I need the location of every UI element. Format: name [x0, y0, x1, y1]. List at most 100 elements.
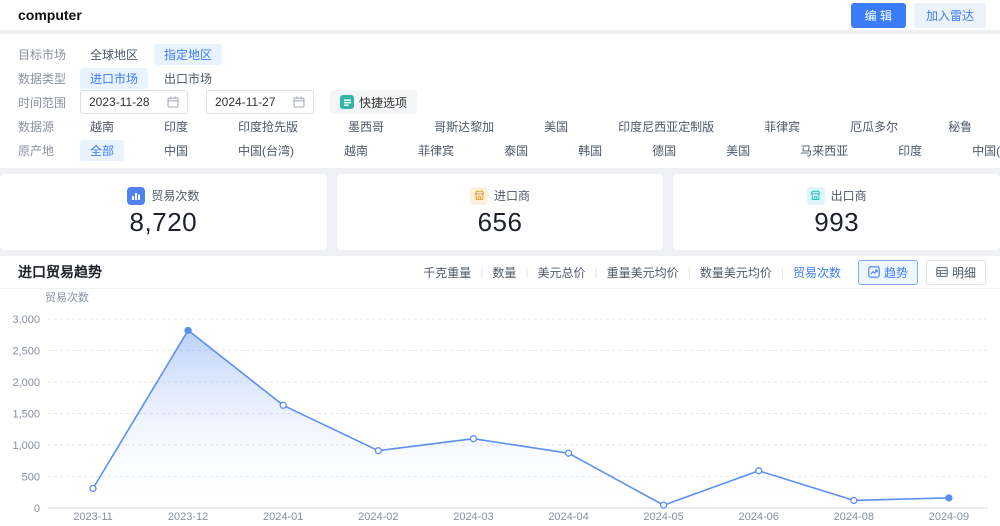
svg-text:2,000: 2,000	[12, 377, 40, 389]
filter-row-origin: 原产地 全部中国中国(台湾)越南菲律宾泰国韩国德国美国马来西亚印度中国(香港)印…	[18, 138, 982, 162]
origin-options: 全部中国中国(台湾)越南菲律宾泰国韩国德国美国马来西亚印度中国(香港)印度尼西亚…	[80, 140, 1000, 161]
stat-card-trade-count: 贸易次数 8,720	[0, 174, 327, 250]
top-bar-actions: 编 辑 加入雷达	[851, 3, 986, 28]
svg-text:0: 0	[34, 503, 40, 515]
end-date-value: 2024-11-27	[215, 95, 276, 109]
svg-text:2024-05: 2024-05	[643, 511, 683, 523]
stat-value: 8,720	[130, 207, 198, 238]
top-bar: computer 编 辑 加入雷达	[0, 0, 1000, 30]
calendar-icon	[167, 96, 179, 108]
time-range-label: 时间范围	[18, 94, 80, 111]
detail-view-button[interactable]: 明细	[926, 260, 986, 285]
chart-tools: 千克重量|数量|美元总价|重量美元均价|数量美元均价|贸易次数 趋势 明细	[414, 260, 986, 285]
svg-text:3,000: 3,000	[12, 314, 40, 326]
svg-text:2024-06: 2024-06	[739, 511, 779, 523]
metric-option-4[interactable]: 数量美元均价	[691, 264, 781, 281]
metric-option-3[interactable]: 重量美元均价	[598, 264, 688, 281]
filter-row-data-source: 数据源 越南 印度 印度抢先版 墨西哥 哥斯达黎加 美国 印度尼西亚定制版 菲律宾 厄瓜多尔 秘鲁…	[18, 114, 982, 138]
svg-text:1,500: 1,500	[12, 409, 40, 421]
svg-text:2,500: 2,500	[12, 346, 40, 358]
filter-panel: 目标市场 全球地区指定地区 数据类型 进口市场出口市场 时间范围 2023-11…	[0, 34, 1000, 168]
data-source-option-7[interactable]: 菲律宾	[754, 116, 810, 137]
origin-option-2[interactable]: 中国(台湾)	[228, 140, 304, 161]
stat-card-exporters: 出口商 993	[673, 174, 1000, 250]
origin-option-8[interactable]: 美国	[716, 140, 760, 161]
origin-option-3[interactable]: 越南	[334, 140, 378, 161]
metric-option-0[interactable]: 千克重量	[414, 264, 480, 281]
data-source-option-8[interactable]: 厄瓜多尔	[840, 116, 908, 137]
origin-option-0[interactable]: 全部	[80, 140, 124, 161]
svg-text:2024-08: 2024-08	[834, 511, 874, 523]
stat-value: 993	[814, 207, 859, 238]
stat-cards: 贸易次数 8,720 进口商 656 出口商 993	[0, 174, 1000, 250]
page-title: computer	[18, 7, 82, 23]
data-source-option-4[interactable]: 哥斯达黎加	[424, 116, 504, 137]
start-date-value: 2023-11-28	[89, 95, 150, 109]
start-date-input[interactable]: 2023-11-28	[80, 90, 188, 114]
edit-button[interactable]: 编 辑	[851, 3, 906, 28]
target-market-label: 目标市场	[18, 46, 80, 63]
data-type-option-1[interactable]: 出口市场	[154, 68, 222, 89]
origin-option-10[interactable]: 印度	[888, 140, 932, 161]
stat-label: 出口商	[831, 187, 867, 204]
data-type-label: 数据类型	[18, 70, 80, 87]
metric-option-2[interactable]: 美元总价	[529, 264, 595, 281]
bar-chart-icon	[127, 187, 145, 205]
quick-options-icon	[340, 95, 354, 109]
svg-text:2024-09: 2024-09	[929, 511, 969, 523]
svg-text:贸易次数: 贸易次数	[45, 290, 89, 304]
trend-chart: 贸易次数05001,0001,5002,0002,5003,0002023-11…	[0, 289, 1000, 524]
origin-option-11[interactable]: 中国(香港)	[962, 140, 1000, 161]
data-source-option-3[interactable]: 墨西哥	[338, 116, 394, 137]
origin-option-5[interactable]: 泰国	[494, 140, 538, 161]
chart-title: 进口贸易趋势	[18, 262, 102, 282]
stat-card-importers: 进口商 656	[337, 174, 664, 250]
metric-option-5[interactable]: 贸易次数	[784, 264, 850, 281]
metric-switcher: 千克重量|数量|美元总价|重量美元均价|数量美元均价|贸易次数	[414, 264, 850, 281]
quick-options-label: 快捷选项	[359, 94, 407, 111]
origin-option-4[interactable]: 菲律宾	[408, 140, 464, 161]
filter-row-data-type: 数据类型 进口市场出口市场	[18, 66, 982, 90]
importer-icon	[470, 187, 488, 205]
target-market-option-0[interactable]: 全球地区	[80, 44, 148, 65]
svg-text:2024-01: 2024-01	[263, 511, 303, 523]
origin-option-1[interactable]: 中国	[154, 140, 198, 161]
trend-view-button[interactable]: 趋势	[858, 260, 918, 285]
quick-options-button[interactable]: 快捷选项	[330, 90, 417, 114]
calendar-icon	[293, 96, 305, 108]
svg-text:1,000: 1,000	[12, 440, 40, 452]
svg-text:2024-04: 2024-04	[548, 511, 588, 523]
data-type-option-0[interactable]: 进口市场	[80, 68, 148, 89]
origin-option-9[interactable]: 马来西亚	[790, 140, 858, 161]
filter-row-time-range: 时间范围 2023-11-28 2024-11-27	[18, 90, 982, 114]
svg-text:500: 500	[22, 472, 40, 484]
target-market-option-1[interactable]: 指定地区	[154, 44, 222, 65]
exporter-icon	[807, 187, 825, 205]
table-icon	[936, 266, 948, 278]
data-type-options: 进口市场出口市场	[80, 68, 982, 89]
svg-text:2024-03: 2024-03	[453, 511, 493, 523]
data-source-option-6[interactable]: 印度尼西亚定制版	[608, 116, 724, 137]
chart-panel: 进口贸易趋势 千克重量|数量|美元总价|重量美元均价|数量美元均价|贸易次数 趋…	[0, 256, 1000, 526]
target-market-options: 全球地区指定地区	[80, 44, 982, 65]
filter-row-target-market: 目标市场 全球地区指定地区	[18, 42, 982, 66]
origin-label: 原产地	[18, 142, 80, 159]
origin-option-7[interactable]: 德国	[642, 140, 686, 161]
end-date-input[interactable]: 2024-11-27	[206, 90, 314, 114]
data-source-option-2[interactable]: 印度抢先版	[228, 116, 308, 137]
add-to-radar-button[interactable]: 加入雷达	[914, 3, 986, 28]
data-source-option-0[interactable]: 越南	[80, 116, 124, 137]
data-source-option-1[interactable]: 印度	[154, 116, 198, 137]
data-source-options: 越南印度印度抢先版墨西哥哥斯达黎加美国印度尼西亚定制版菲律宾厄瓜多尔秘鲁丝绸之路…	[80, 116, 1000, 137]
data-source-option-5[interactable]: 美国	[534, 116, 578, 137]
stat-label: 进口商	[494, 187, 530, 204]
stat-label: 贸易次数	[151, 187, 199, 204]
svg-text:2023-12: 2023-12	[168, 511, 208, 523]
data-source-label: 数据源	[18, 118, 80, 135]
svg-text:2024-02: 2024-02	[358, 511, 398, 523]
time-range-controls: 2023-11-28 2024-11-27	[80, 90, 982, 114]
origin-option-6[interactable]: 韩国	[568, 140, 612, 161]
metric-option-1[interactable]: 数量	[483, 264, 525, 281]
data-source-option-9[interactable]: 秘鲁	[938, 116, 982, 137]
trend-line-chart: 贸易次数05001,0001,5002,0002,5003,0002023-11…	[0, 289, 1000, 524]
